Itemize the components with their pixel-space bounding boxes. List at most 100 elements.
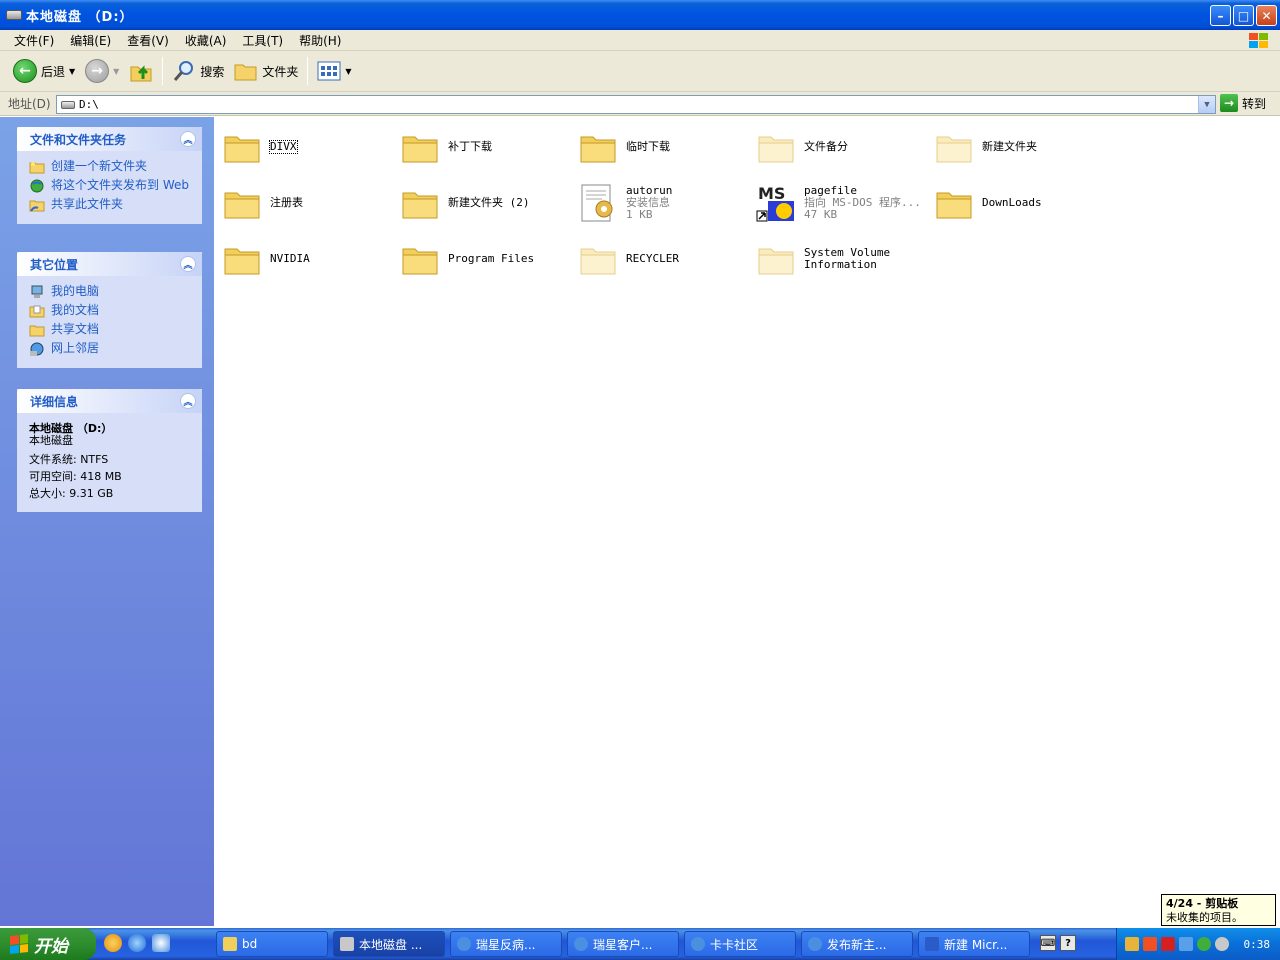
clipboard-notice[interactable]: 4/24 - 剪贴板 未收集的项目。 (1161, 894, 1276, 926)
file-tasks-header[interactable]: 文件和文件夹任务 ︽ (17, 127, 202, 151)
msdos-shortcut-icon: MS (756, 183, 796, 223)
taskbar-button-label: 发布新主... (827, 937, 887, 952)
up-folder-button[interactable] (124, 54, 158, 88)
ie-icon (574, 937, 588, 951)
window-title: 本地磁盘 （D:） (26, 9, 134, 25)
task-publish-web[interactable]: 将这个文件夹发布到 Web (29, 178, 190, 193)
taskbar-button[interactable]: 新建 Micr... (918, 931, 1030, 957)
menu-file[interactable]: 文件(F) (6, 32, 62, 49)
file-name: 注册表 (270, 196, 303, 209)
menu-tools[interactable]: 工具(T) (234, 32, 291, 49)
place-network[interactable]: 网上邻居 (29, 341, 190, 356)
help-icon[interactable]: ? (1060, 935, 1076, 951)
antivirus-icon[interactable] (1161, 937, 1175, 951)
browser-icon[interactable] (152, 934, 170, 952)
address-value: D:\ (79, 98, 99, 111)
chevron-down-icon[interactable]: ▼ (345, 67, 351, 76)
views-button[interactable]: ▼ (312, 54, 356, 88)
file-item[interactable]: NVIDIA (222, 233, 398, 285)
folder-icon (578, 239, 618, 279)
menu-favorites[interactable]: 收藏(A) (177, 32, 235, 49)
tray-app-icon[interactable] (1197, 937, 1211, 951)
tray-app-icon[interactable] (1179, 937, 1193, 951)
details-type: 本地磁盘 (29, 434, 73, 447)
media-player-icon[interactable] (104, 934, 122, 952)
file-item[interactable]: 新建文件夹 (2) (400, 177, 576, 229)
file-name: 新建文件夹 (2) (448, 196, 530, 209)
file-item[interactable]: System Volume Information (756, 233, 932, 285)
toolbar: ← 后退 ▼ → ▼ 搜索 文件夹 ▼ (0, 51, 1280, 92)
file-item[interactable]: DIVX (222, 121, 398, 173)
chevron-down-icon[interactable]: ▼ (113, 67, 119, 76)
folder-icon (400, 183, 440, 223)
views-icon (317, 61, 341, 81)
file-item[interactable]: Program Files (400, 233, 576, 285)
collapse-icon[interactable]: ︽ (180, 393, 196, 409)
setup-info-icon (578, 183, 618, 223)
address-input[interactable]: D:\ ▼ (56, 95, 1216, 114)
file-item[interactable]: 补丁下载 (400, 121, 576, 173)
file-item[interactable]: 注册表 (222, 177, 398, 229)
tray-app-icon[interactable] (1125, 937, 1139, 951)
file-item[interactable]: MS pagefile 指向 MS-DOS 程序... 47 KB (756, 177, 932, 229)
taskbar-button[interactable]: 发布新主... (801, 931, 913, 957)
details-header[interactable]: 详细信息 ︽ (17, 389, 202, 413)
place-my-documents[interactable]: 我的文档 (29, 303, 190, 318)
back-button[interactable]: ← 后退 ▼ (8, 54, 80, 88)
menu-view[interactable]: 查看(V) (119, 32, 177, 49)
task-share-folder[interactable]: 共享此文件夹 (29, 197, 190, 212)
word-icon (925, 937, 939, 951)
file-item[interactable]: 临时下载 (578, 121, 754, 173)
chevron-down-icon[interactable]: ▼ (1198, 96, 1215, 113)
folders-button[interactable]: 文件夹 (229, 54, 303, 88)
file-name: DownLoads (982, 196, 1042, 209)
menu-help[interactable]: 帮助(H) (291, 32, 349, 49)
other-places-title: 其它位置 (30, 257, 79, 272)
menu-bar: 文件(F) 编辑(E) 查看(V) 收藏(A) 工具(T) 帮助(H) (0, 30, 1280, 51)
ie-icon[interactable] (128, 934, 146, 952)
clock[interactable]: 0:38 (1244, 938, 1271, 951)
share-folder-icon (29, 200, 45, 212)
go-button[interactable]: → 转到 (1220, 94, 1266, 112)
minimize-button[interactable]: – (1210, 5, 1231, 26)
taskbar-button[interactable]: 卡卡社区 (684, 931, 796, 957)
collapse-icon[interactable]: ︽ (180, 256, 196, 272)
file-item[interactable]: RECYCLER (578, 233, 754, 285)
menu-edit[interactable]: 编辑(E) (62, 32, 119, 49)
file-item[interactable]: autorun 安装信息 1 KB (578, 177, 754, 229)
file-name: DIVX (269, 140, 298, 154)
volume-icon[interactable] (1215, 937, 1229, 951)
place-shared-documents[interactable]: 共享文档 (29, 322, 190, 337)
windows-flag-icon (10, 934, 28, 954)
search-button[interactable]: 搜索 (167, 54, 229, 88)
place-my-computer[interactable]: 我的电脑 (29, 284, 190, 299)
file-tasks-panel: 文件和文件夹任务 ︽ 创建一个新文件夹 将这个文件夹发布到 Web 共享此文件夹 (17, 127, 202, 224)
address-label: 地址(D) (8, 97, 51, 111)
details-filesystem: 文件系统: NTFS (29, 453, 109, 466)
task-new-folder[interactable]: 创建一个新文件夹 (29, 159, 190, 174)
file-name: 文件备分 (804, 140, 848, 153)
keyboard-icon[interactable]: ⌨ (1040, 935, 1056, 951)
taskbar-button[interactable]: bd (216, 931, 328, 957)
details-panel: 详细信息 ︽ 本地磁盘 （D:） 本地磁盘 文件系统: NTFS 可用空间: 4… (17, 389, 202, 512)
file-item[interactable]: 文件备分 (756, 121, 932, 173)
tray-app-icon[interactable] (1143, 937, 1157, 951)
taskbar-button[interactable]: 本地磁盘 ... (333, 931, 445, 957)
taskbar-button[interactable]: 瑞星客户... (567, 931, 679, 957)
file-item[interactable]: 新建文件夹 (934, 121, 1110, 173)
taskbar-button[interactable]: 瑞星反病... (450, 931, 562, 957)
folder-icon (578, 127, 618, 167)
forward-button[interactable]: → ▼ (80, 54, 124, 88)
start-button[interactable]: 开始 (0, 928, 96, 960)
file-name: 临时下载 (626, 140, 670, 153)
ie-icon (457, 937, 471, 951)
drive-icon (61, 100, 75, 109)
file-item[interactable]: DownLoads (934, 177, 1110, 229)
collapse-icon[interactable]: ︽ (180, 131, 196, 147)
close-button[interactable]: ✕ (1256, 5, 1277, 26)
chevron-down-icon[interactable]: ▼ (69, 67, 75, 76)
place-label: 共享文档 (51, 322, 100, 336)
maximize-button[interactable]: □ (1233, 5, 1254, 26)
other-places-header[interactable]: 其它位置 ︽ (17, 252, 202, 276)
folder-icon (234, 64, 257, 81)
